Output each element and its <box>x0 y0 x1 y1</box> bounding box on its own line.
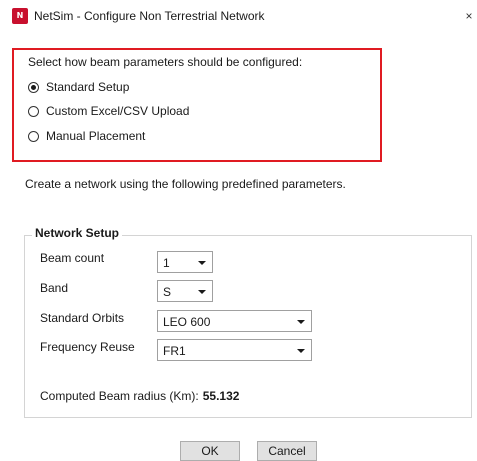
description-text: Create a network using the following pre… <box>25 177 346 191</box>
chevron-down-icon <box>297 349 305 353</box>
standard-orbits-label: Standard Orbits <box>40 311 125 325</box>
computed-radius-label: Computed Beam radius (Km): <box>40 389 199 403</box>
radio-unselected-icon[interactable] <box>28 105 39 117</box>
radio-manual-placement[interactable]: Manual Placement <box>28 127 145 145</box>
standard-orbits-value: LEO 600 <box>163 315 211 329</box>
netsim-app-icon: N <box>12 8 28 24</box>
window-title: NetSim - Configure Non Terrestrial Netwo… <box>34 9 265 23</box>
beam-count-label: Beam count <box>40 251 105 265</box>
frequency-reuse-value: FR1 <box>163 344 186 358</box>
frequency-reuse-label: Frequency Reuse <box>40 340 135 354</box>
standard-orbits-dropdown[interactable]: LEO 600 <box>157 310 312 332</box>
chevron-down-icon <box>198 261 206 265</box>
title-bar: N NetSim - Configure Non Terrestrial Net… <box>0 0 477 32</box>
computed-radius-value: 55.132 <box>202 389 240 403</box>
radio-standard-setup[interactable]: Standard Setup <box>28 78 129 96</box>
radio-custom-upload[interactable]: Custom Excel/CSV Upload <box>28 102 189 120</box>
beam-count-value: 1 <box>163 256 170 270</box>
computed-beam-radius: Computed Beam radius (Km): 55.132 <box>40 389 239 403</box>
frequency-reuse-dropdown[interactable]: FR1 <box>157 339 312 361</box>
chevron-down-icon <box>198 290 206 294</box>
network-setup-legend: Network Setup <box>32 226 123 240</box>
chevron-down-icon <box>297 320 305 324</box>
band-label: Band <box>40 281 69 295</box>
ok-button[interactable]: OK <box>180 441 240 461</box>
band-dropdown[interactable]: S <box>157 280 213 302</box>
radio-label: Standard Setup <box>46 80 130 94</box>
close-button[interactable]: × <box>462 6 476 26</box>
cancel-button[interactable]: Cancel <box>257 441 317 461</box>
band-value: S <box>163 285 172 299</box>
radio-label: Manual Placement <box>46 129 146 143</box>
radio-label: Custom Excel/CSV Upload <box>46 104 190 118</box>
radio-unselected-icon[interactable] <box>28 130 39 142</box>
beam-count-dropdown[interactable]: 1 <box>157 251 213 273</box>
radio-selected-icon[interactable] <box>28 81 39 93</box>
beam-config-prompt: Select how beam parameters should be con… <box>28 55 303 69</box>
